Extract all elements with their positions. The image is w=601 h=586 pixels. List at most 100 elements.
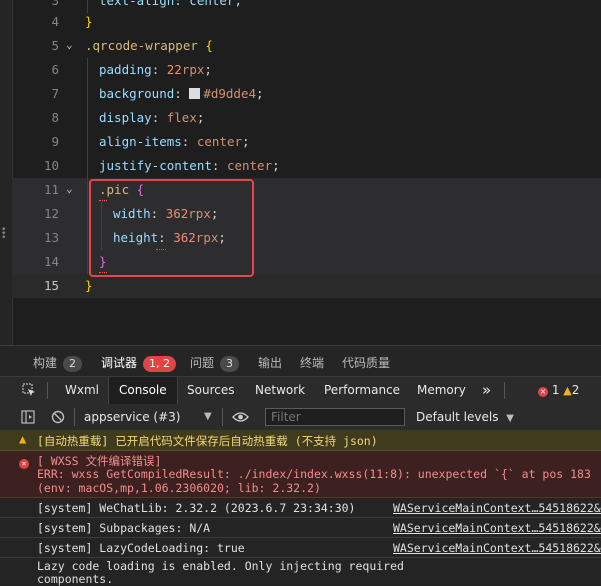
code-editor[interactable]: • • • 3 text-align: center; 4 } 5 ⌄ .qrcod… (0, 0, 601, 345)
color-swatch-icon[interactable] (189, 88, 201, 99)
indent-guide (87, 130, 88, 154)
fold-chevron-icon[interactable]: ⌄ (66, 34, 73, 56)
code-selector: .qrcode-wrapper (85, 38, 198, 53)
sidebar-toggle-icon[interactable] (21, 410, 35, 427)
log-source-link[interactable]: WAServiceMainContext…54518622&v= (393, 541, 601, 555)
log-source-link[interactable]: WAServiceMainContext…54518622&v= (393, 521, 601, 535)
code-line-current[interactable]: 15 } (12, 274, 601, 298)
code-number: 22 (166, 62, 182, 77)
code-brace: } (85, 14, 93, 29)
line-number: 10 (43, 158, 59, 173)
console-log-message[interactable]: [system] Subpackages: N/A WAServiceMainC… (0, 518, 601, 538)
code-line[interactable]: 7 background: #d9dde4; (12, 82, 601, 106)
code-colon: : (151, 62, 160, 77)
issue-counter[interactable]: × 1 ▲2 (538, 377, 579, 404)
log-source-link[interactable]: WAServiceMainContext…54518622&v= (393, 501, 601, 515)
clear-console-icon[interactable] (51, 410, 65, 427)
tab-sources[interactable]: Sources (187, 377, 234, 404)
code-semicolon: ; (272, 158, 280, 173)
code-line[interactable]: 8 display: flex; (12, 106, 601, 130)
log-levels-label: Default levels (416, 410, 499, 424)
line-number: 14 (43, 254, 59, 269)
log-text: [system] LazyCodeLoading: true (37, 541, 245, 555)
bottom-panel-tabs: 构建 2 调试器 1, 2 问题 3 输出 终端 代码质量 (0, 345, 601, 377)
code-line[interactable]: 10 justify-content: center; (12, 154, 601, 178)
devtools-tabbar: Wxml Console Sources Network Performance… (0, 376, 601, 405)
code-unit: rpx (181, 62, 205, 77)
console-error-message[interactable]: × [ WXSS 文件编译错误] ERR: wxss GetCompiledRe… (0, 451, 601, 498)
tab-memory[interactable]: Memory (417, 377, 466, 404)
line-number: 8 (51, 110, 59, 125)
count-badge: 1, 2 (143, 356, 177, 372)
count-badge: 2 (63, 356, 83, 372)
code-semicolon: ; (196, 110, 205, 125)
filter-input[interactable] (265, 408, 405, 426)
error-text-line: ERR: wxss GetCompiledResult: ./index/ind… (37, 467, 591, 481)
code-colon: : (211, 158, 220, 173)
error-text-line: (env: macOS,mp,1.06.2306020; lib: 2.32.2… (37, 481, 321, 495)
code-value: center (196, 134, 243, 149)
context-select[interactable]: appservice (#3) ▼ (84, 408, 214, 426)
code-property: padding (99, 62, 152, 77)
code-line[interactable]: 9 align-items: center; (12, 130, 601, 154)
code-color-value: #d9dde4 (203, 86, 257, 101)
code-value: flex (166, 110, 197, 125)
warning-text: [自动热重载] 已开启代码文件保存后自动热重载 (不支持 json) (37, 434, 378, 448)
dropdown-arrow-icon: ▼ (506, 413, 514, 424)
code-property: align-items (99, 134, 182, 149)
code-semicolon: ; (256, 86, 264, 101)
line-number: 11 (43, 182, 59, 197)
more-tabs-icon[interactable]: » (482, 377, 491, 404)
eye-icon[interactable] (232, 411, 249, 426)
code-property: display (99, 110, 152, 125)
tab-label: 构建 (33, 356, 58, 370)
log-levels-select[interactable]: Default levels ▼ (416, 408, 514, 428)
code-property: background (99, 86, 175, 101)
error-icon: × (19, 455, 29, 469)
line-number: 9 (51, 134, 59, 149)
indent-guide (87, 106, 88, 130)
line-number: 15 (43, 278, 59, 293)
line-number: 7 (51, 86, 59, 101)
log-text: Lazy code loading is enabled. Only injec… (37, 559, 404, 573)
code-line[interactable]: 5 ⌄ .qrcode-wrapper { (12, 34, 601, 58)
drag-handle-icon[interactable]: • • • (1, 226, 6, 243)
code-line[interactable]: 4 } (12, 10, 601, 34)
console-warning-message[interactable]: ▲ [自动热重载] 已开启代码文件保存后自动热重载 (不支持 json) (0, 430, 601, 451)
divider (74, 408, 75, 426)
indent-guide (87, 178, 88, 202)
warning-icon: ▲ (563, 384, 572, 397)
tab-performance[interactable]: Performance (324, 377, 400, 404)
indent-guide (87, 154, 88, 178)
code-property: justify-content (99, 158, 212, 173)
code-line[interactable]: 6 padding: 22rpx; (12, 58, 601, 82)
line-number: 4 (51, 14, 59, 29)
code-semicolon: ; (204, 62, 212, 77)
log-text: [system] Subpackages: N/A (37, 521, 211, 535)
tab-label: 调试器 (101, 356, 138, 370)
highlight-annotation-box (89, 179, 254, 277)
code-brace: { (205, 38, 213, 53)
line-number: 12 (43, 206, 59, 221)
context-label: appservice (#3) (84, 410, 181, 424)
indent-guide (87, 58, 88, 82)
log-text: [system] WeChatLib: 2.32.2 (2023.6.7 23:… (37, 501, 356, 515)
tab-console[interactable]: Console (108, 377, 178, 404)
tab-network[interactable]: Network (255, 377, 305, 404)
console-log-message[interactable]: [system] LazyCodeLoading: true WAService… (0, 538, 601, 558)
log-text: components. (37, 572, 114, 586)
tab-wxml[interactable]: Wxml (65, 377, 99, 404)
inspect-element-icon[interactable] (22, 383, 36, 400)
console-output[interactable]: ▲ [自动热重载] 已开启代码文件保存后自动热重载 (不支持 json) × [… (0, 430, 601, 586)
indent-guide (87, 226, 88, 250)
code-value: center (226, 158, 273, 173)
warning-count: 2 (571, 383, 580, 397)
indent-guide (87, 202, 88, 226)
console-log-message[interactable]: Lazy code loading is enabled. Only injec… (0, 558, 601, 586)
line-number: 6 (51, 62, 59, 77)
indent-guide (87, 82, 88, 106)
console-log-message[interactable]: [system] WeChatLib: 2.32.2 (2023.6.7 23:… (0, 498, 601, 518)
code-semicolon: ; (242, 134, 250, 149)
tab-label: 问题 (190, 356, 215, 370)
fold-chevron-icon[interactable]: ⌄ (66, 178, 73, 200)
